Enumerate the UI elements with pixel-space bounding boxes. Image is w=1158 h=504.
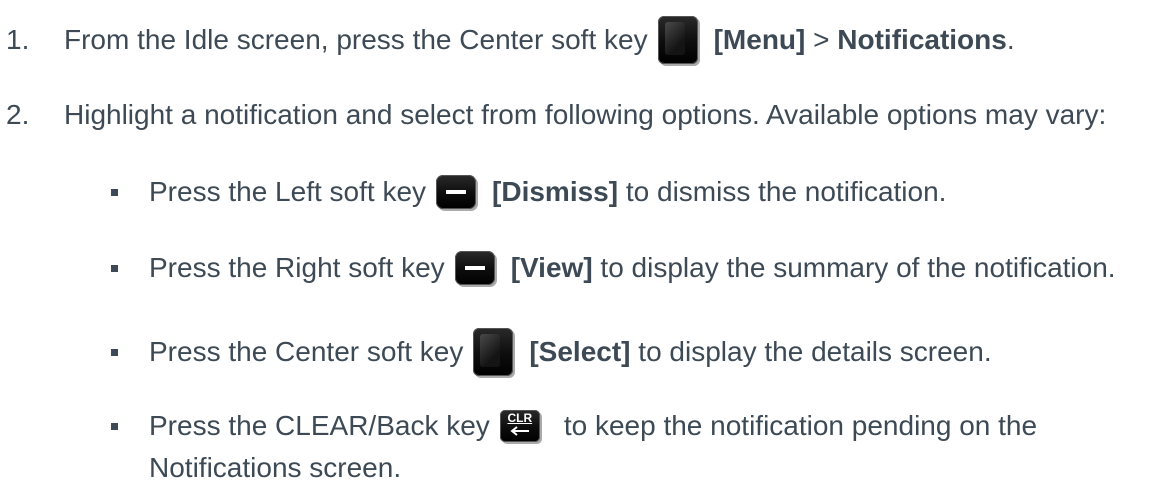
option-view: Press the Right soft key [View] to displ… xyxy=(0,250,1116,286)
clr-key-text: CLR xyxy=(507,411,533,425)
center-soft-key-icon xyxy=(473,328,514,376)
center-soft-key-icon xyxy=(657,16,698,64)
option-text: to dismiss the notification. xyxy=(625,176,947,207)
option-text: Press the Center soft key xyxy=(149,336,464,367)
option-text: Notifications screen. xyxy=(149,452,402,483)
period: . xyxy=(1006,24,1015,55)
step-number: 1. xyxy=(6,24,30,55)
step-2: 2. Highlight a notification and select f… xyxy=(6,97,1106,133)
bullet xyxy=(111,348,118,356)
view-label: [View] xyxy=(510,252,593,283)
step-number: 2. xyxy=(6,99,30,130)
option-text: Press the Left soft key xyxy=(149,176,427,207)
option-text: to keep the notification pending on the xyxy=(563,410,1038,441)
step-text: From the Idle screen, press the Center s… xyxy=(64,24,648,55)
step-1: 1. From the Idle screen, press the Cente… xyxy=(6,16,1015,64)
notifications-label: Notifications xyxy=(837,24,1007,55)
option-text: to display the summary of the notificati… xyxy=(600,252,1116,283)
bullet xyxy=(111,264,118,272)
option-text: Press the CLEAR/Back key xyxy=(149,410,490,441)
menu-label: [Menu] xyxy=(713,24,806,55)
right-soft-key-icon xyxy=(454,251,495,285)
option-clear-continued: Notifications screen. xyxy=(149,450,401,486)
clr-back-key-icon: CLR xyxy=(499,410,540,442)
option-select: Press the Center soft key [Select] to di… xyxy=(0,328,992,376)
dismiss-label: [Dismiss] xyxy=(492,176,619,207)
step-text: Highlight a notification and select from… xyxy=(64,99,1107,130)
select-label: [Select] xyxy=(529,336,631,367)
option-dismiss: Press the Left soft key [Dismiss] to dis… xyxy=(0,174,946,210)
option-text: Press the Right soft key xyxy=(149,252,445,283)
separator: > xyxy=(813,24,830,55)
option-clear: Press the CLEAR/Back key CLR to keep the… xyxy=(0,408,1037,444)
back-arrow-icon xyxy=(510,426,529,436)
left-soft-key-icon xyxy=(436,175,477,209)
bullet xyxy=(111,188,118,196)
option-text: to display the details screen. xyxy=(638,336,992,367)
bullet xyxy=(111,422,118,430)
